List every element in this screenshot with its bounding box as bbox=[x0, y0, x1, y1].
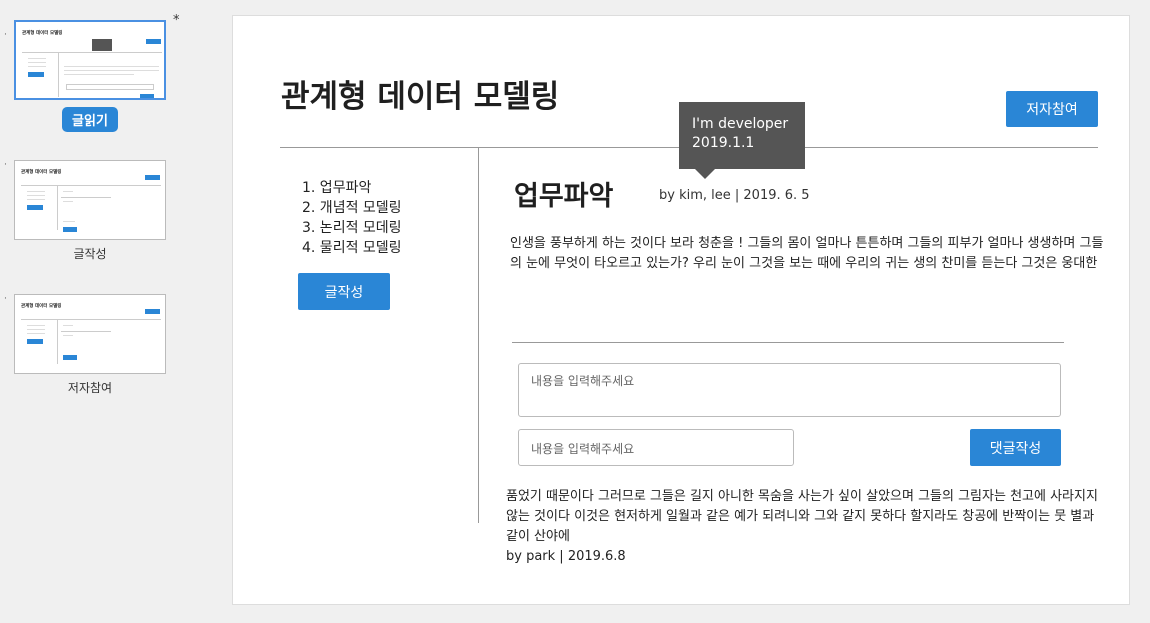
thumbnail-text bbox=[64, 70, 159, 71]
toc-item[interactable]: 1. 업무파악 bbox=[302, 178, 402, 198]
thumbnail-label-write[interactable]: 글작성 bbox=[14, 245, 166, 262]
thumbnail-submit bbox=[63, 227, 77, 232]
asterisk-icon: * bbox=[173, 13, 180, 28]
thumbnail-write-button bbox=[27, 205, 43, 210]
thumbnail-input bbox=[66, 84, 154, 90]
thumbnail-write[interactable]: 관계형 데이터 모델링 bbox=[14, 160, 166, 240]
thumbnail-text bbox=[64, 74, 134, 75]
thumbnail-text bbox=[63, 201, 73, 202]
comment-item: 품었기 때문이다 그러므로 그들은 길지 아니한 목숨을 사는가 싶이 살았으며… bbox=[506, 487, 1106, 567]
thumbnail-author-button bbox=[145, 175, 160, 180]
comment-body: 품었기 때문이다 그러므로 그들은 길지 아니한 목숨을 사는가 싶이 살았으며… bbox=[506, 489, 1098, 544]
page-canvas: 관계형 데이터 모델링 저자참여 1. 업무파악 2. 개념적 모델링 3. 논… bbox=[232, 15, 1130, 605]
toc-item[interactable]: 2. 개념적 모델링 bbox=[302, 198, 402, 218]
thumbnail-title: 관계형 데이터 모델링 bbox=[21, 170, 62, 175]
author-tooltip: I'm developer 2019.1.1 bbox=[679, 102, 805, 179]
thumbnail-divider bbox=[57, 185, 58, 230]
comment-divider bbox=[512, 342, 1064, 343]
thumbnail-text bbox=[27, 191, 45, 192]
thumbnail-label-author[interactable]: 저자참여 bbox=[14, 379, 166, 396]
thumbnail-author-button bbox=[145, 309, 160, 314]
post-body: 인생을 풍부하게 하는 것이다 보라 청춘을 ! 그들의 몸이 얼마나 튼튼하며… bbox=[510, 236, 1104, 271]
thumbnail-title: 관계형 데이터 모델링 bbox=[22, 31, 63, 36]
rail-marker: · bbox=[4, 160, 7, 170]
thumbnail-divider bbox=[61, 197, 111, 198]
thumbnail-text bbox=[63, 191, 73, 192]
thumbnail-text bbox=[27, 199, 45, 200]
comment-author-input[interactable]: 내용을 입력해주세요 bbox=[518, 429, 794, 466]
toc-item[interactable]: 4. 물리적 모델링 bbox=[302, 238, 402, 258]
comment-content-input[interactable]: 내용을 입력해주세요 bbox=[518, 363, 1061, 417]
thumbnail-tooltip bbox=[92, 39, 112, 51]
thumbnail-text bbox=[27, 333, 45, 334]
thumbnail-text bbox=[27, 325, 45, 326]
thumbnail-text bbox=[27, 329, 45, 330]
thumbnail-read[interactable]: 관계형 데이터 모델링 bbox=[14, 20, 166, 100]
thumbnail-label-read[interactable]: 글읽기 bbox=[62, 107, 118, 132]
thumbnail-text bbox=[64, 66, 159, 67]
thumbnail-submit bbox=[63, 355, 77, 360]
author-join-button[interactable]: 저자참여 bbox=[1006, 91, 1098, 127]
thumbnail-divider bbox=[21, 185, 161, 186]
thumbnail-text bbox=[63, 335, 73, 336]
thumbnail-submit bbox=[140, 94, 154, 98]
thumbnail-text bbox=[27, 195, 45, 196]
tooltip-line-role: I'm developer bbox=[692, 116, 789, 132]
thumbnail-author-button bbox=[146, 39, 161, 44]
thumbnail-text bbox=[63, 221, 75, 222]
rail-marker: · bbox=[4, 294, 7, 304]
post-meta: by kim, lee | 2019. 6. 5 bbox=[659, 188, 810, 203]
thumbnail-text bbox=[28, 66, 46, 67]
page-thumbnail-rail: · · · 관계형 데이터 모델링 글읽기 관계형 데이터 모델링 글작성 관계… bbox=[0, 0, 200, 623]
tooltip-line-date: 2019.1.1 bbox=[692, 135, 755, 151]
thumbnail-text bbox=[28, 62, 46, 63]
comment-submit-button[interactable]: 댓글작성 bbox=[970, 429, 1061, 466]
thumbnail-text bbox=[63, 325, 73, 326]
toc-item[interactable]: 3. 논리적 모데링 bbox=[302, 218, 402, 238]
table-of-contents: 1. 업무파악 2. 개념적 모델링 3. 논리적 모데링 4. 물리적 모델링 bbox=[302, 178, 402, 258]
comment-meta: by park | 2019.6.8 bbox=[506, 549, 626, 564]
thumbnail-divider bbox=[22, 52, 162, 53]
thumbnail-title: 관계형 데이터 모델링 bbox=[21, 304, 62, 309]
thumbnail-divider bbox=[58, 52, 59, 97]
thumbnail-write-button bbox=[28, 72, 44, 77]
thumbnail-write-button bbox=[27, 339, 43, 344]
sidebar-divider bbox=[478, 148, 479, 523]
thumbnail-text bbox=[28, 58, 46, 59]
rail-marker: · bbox=[4, 30, 7, 40]
write-post-button[interactable]: 글작성 bbox=[298, 273, 390, 310]
post-title: 업무파악 bbox=[514, 181, 614, 212]
thumbnail-author[interactable]: 관계형 데이터 모델링 bbox=[14, 294, 166, 374]
thumbnail-divider bbox=[61, 331, 111, 332]
thumbnail-divider bbox=[57, 319, 58, 364]
thumbnail-divider bbox=[21, 319, 161, 320]
page-title: 관계형 데이터 모델링 bbox=[281, 79, 560, 115]
